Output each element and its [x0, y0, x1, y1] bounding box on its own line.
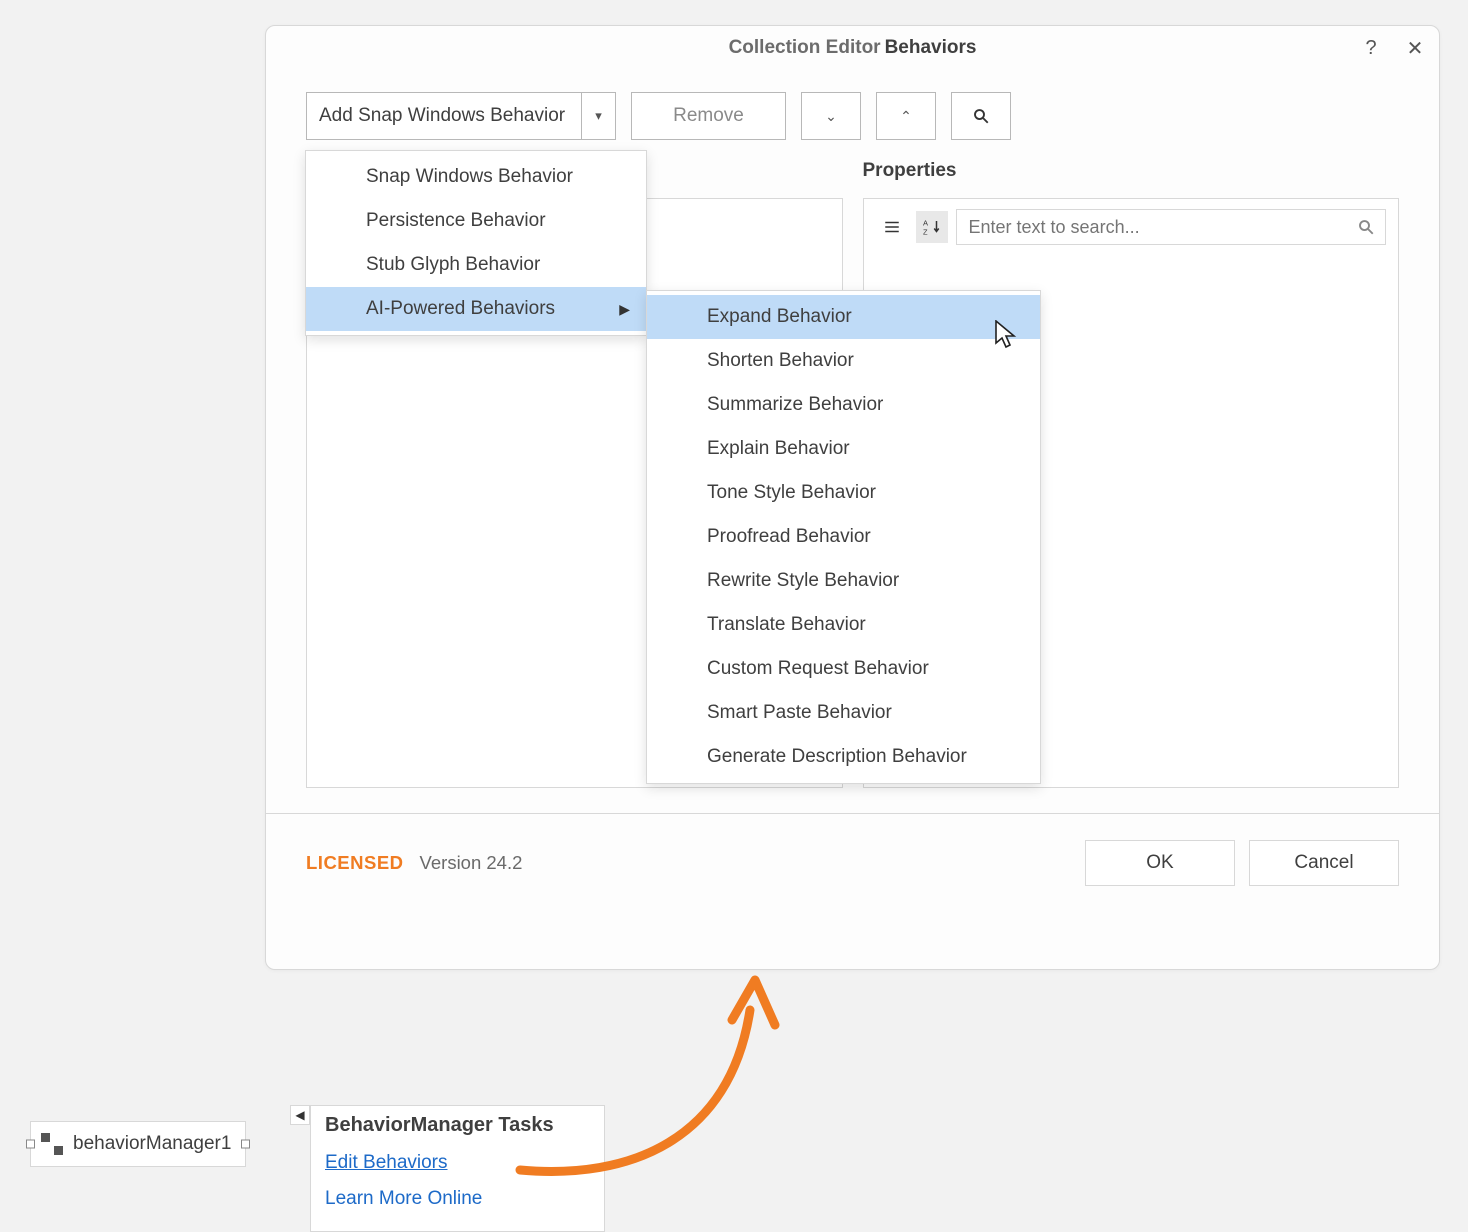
menu-item[interactable]: Shorten Behavior — [647, 339, 1040, 383]
menu-item[interactable]: Stub Glyph Behavior — [306, 243, 646, 287]
menu-item[interactable]: Snap Windows Behavior — [306, 155, 646, 199]
categorize-icon[interactable] — [876, 211, 908, 243]
search-icon — [1357, 218, 1375, 236]
add-behavior-dropdown: Snap Windows BehaviorPersistence Behavio… — [305, 150, 647, 336]
menu-item[interactable]: Custom Request Behavior — [647, 647, 1040, 691]
designer-component[interactable]: behaviorManager1 — [30, 1121, 246, 1167]
sort-alpha-icon[interactable]: A Z — [916, 211, 948, 243]
add-behavior-label: Add Snap Windows Behavior — [319, 105, 565, 127]
svg-text:Z: Z — [923, 228, 928, 237]
smart-tag-popup: ◀ BehaviorManager Tasks Edit Behaviors L… — [310, 1105, 605, 1232]
svg-text:A: A — [923, 219, 928, 228]
add-behavior-split-button[interactable]: Add Snap Windows Behavior ▾ — [306, 92, 616, 140]
smart-tag-handle[interactable]: ◀ — [290, 1105, 310, 1125]
menu-item[interactable]: Proofread Behavior — [647, 515, 1040, 559]
behavior-manager-icon — [41, 1133, 63, 1155]
menu-item[interactable]: Smart Paste Behavior — [647, 691, 1040, 735]
ok-button[interactable]: OK — [1085, 840, 1235, 886]
properties-panel-header: Properties — [863, 160, 1400, 182]
dialog-footer: LICENSED Version 24.2 OK Cancel — [266, 814, 1439, 894]
menu-item[interactable]: Summarize Behavior — [647, 383, 1040, 427]
properties-search-input[interactable] — [967, 216, 1350, 239]
close-button[interactable]: ✕ — [1401, 34, 1429, 62]
help-button[interactable]: ? — [1357, 34, 1385, 62]
properties-search-field[interactable] — [956, 209, 1387, 245]
learn-more-link[interactable]: Learn More Online — [325, 1181, 590, 1217]
titlebar: Collection Editor Behaviors ? ✕ — [266, 26, 1439, 70]
menu-item[interactable]: Rewrite Style Behavior — [647, 559, 1040, 603]
menu-item[interactable]: Tone Style Behavior — [647, 471, 1040, 515]
move-down-button[interactable]: ⌄ — [801, 92, 861, 140]
chevron-right-icon: ▶ — [619, 301, 630, 318]
toolbar: Add Snap Windows Behavior ▾ Remove ⌄ ⌃ — [266, 70, 1439, 160]
menu-item[interactable]: Generate Description Behavior — [647, 735, 1040, 779]
find-button[interactable] — [951, 92, 1011, 140]
dialog-title-main: Behaviors — [885, 37, 977, 59]
ai-powered-behaviors-submenu: Expand BehaviorShorten BehaviorSummarize… — [646, 290, 1041, 784]
smart-tag-title: BehaviorManager Tasks — [325, 1114, 590, 1137]
menu-item[interactable]: Persistence Behavior — [306, 199, 646, 243]
cancel-button[interactable]: Cancel — [1249, 840, 1399, 886]
chevron-down-icon[interactable]: ▾ — [581, 93, 615, 139]
menu-item[interactable]: Explain Behavior — [647, 427, 1040, 471]
menu-item[interactable]: AI-Powered Behaviors▶ — [306, 287, 646, 331]
menu-item[interactable]: Translate Behavior — [647, 603, 1040, 647]
remove-button[interactable]: Remove — [631, 92, 786, 140]
dialog-title-prefix: Collection Editor — [729, 37, 881, 59]
menu-item[interactable]: Expand Behavior — [647, 295, 1040, 339]
licensed-label: LICENSED — [306, 852, 404, 874]
version-label: Version 24.2 — [420, 852, 523, 874]
designer-component-label: behaviorManager1 — [73, 1133, 231, 1155]
move-up-button[interactable]: ⌃ — [876, 92, 936, 140]
edit-behaviors-link[interactable]: Edit Behaviors — [325, 1145, 590, 1181]
